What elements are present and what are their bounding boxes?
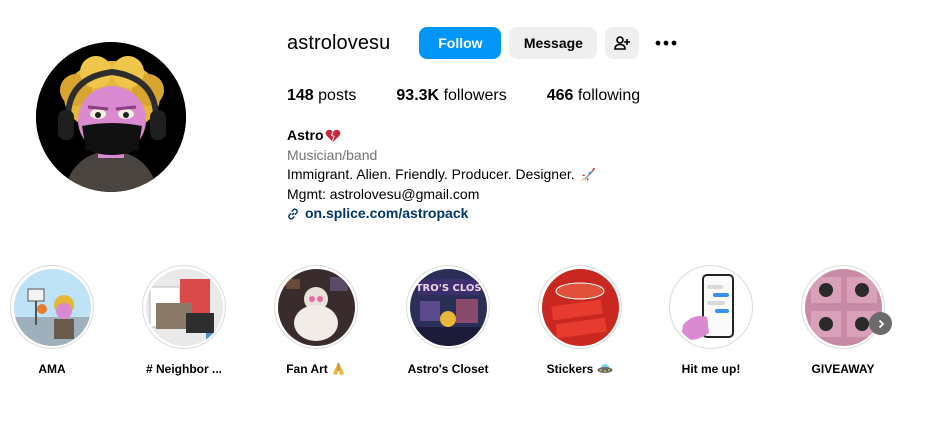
bio-link[interactable]: on.splice.com/astropack [287,204,597,224]
highlight-ring [274,265,358,349]
profile-header: astrolovesu Follow Message [287,27,681,59]
highlight-cover [541,268,619,346]
highlight-neighbor[interactable]: # Neighbor ... [129,265,239,376]
link-icon [288,208,298,220]
highlight-ring: ASTRO'S CLOSET [406,265,490,349]
posts-label: posts [318,87,357,104]
profile-bio: Astro Musician/band Immigrant. Alien. Fr… [287,126,597,224]
story-highlights: AMA # Neighbor ... Fan Art STRO'S CLOSE … [0,265,925,385]
svg-text:ASTRO'S CLOSET: ASTRO'S CLOSET [410,283,487,294]
highlight-cover [277,268,355,346]
highlight-ring [142,265,226,349]
highlight-cover-image [13,268,91,346]
highlight-astros-closet[interactable]: ASTRO'S CLOSET Astro's Closet [393,265,503,376]
highlight-label: Fan Art [286,362,328,376]
highlight-label: Stickers [546,362,594,376]
posts-count: 148 [287,87,314,104]
highlight-cover-image: ASTRO'S CLOSET [409,268,487,346]
highlight-hit-me-up[interactable]: Hit me up! [656,265,766,376]
highlight-fan-art[interactable]: Fan Art [261,265,371,376]
followers-count: 93.3K [396,87,440,104]
highlight-cover-image [145,268,223,346]
username: astrolovesu [287,31,391,54]
following-count: 466 [546,87,574,104]
highlight-ring [10,265,94,349]
bio-name-row: Astro [287,126,597,146]
highlight-label: # Neighbor ... [145,362,222,376]
message-button[interactable]: Message [509,27,598,59]
highlight-ama[interactable]: AMA [0,265,107,376]
following-stat[interactable]: 466 following [547,87,640,105]
followers-stat[interactable]: 93.3K followers [396,87,506,105]
highlight-ring [801,265,885,349]
highlight-stickers[interactable]: Stickers [525,265,635,376]
highlight-label: Astro's Closet [407,362,489,376]
followers-label: followers [443,87,507,104]
highlight-cover [804,268,882,346]
posts-stat: 148 posts [287,87,356,105]
add-user-button[interactable] [605,27,640,59]
following-label: following [577,87,641,104]
follow-button[interactable]: Follow [419,27,502,59]
highlight-ring [538,265,622,349]
folded-hands-emoji-icon [332,363,344,375]
more-options-button[interactable] [651,27,681,59]
bio-line-1-row: Immigrant. Alien. Friendly. Producer. De… [287,165,597,185]
highlight-cover-image [672,268,750,346]
highlights-next-button[interactable] [869,312,892,335]
highlight-cover-image [277,268,355,346]
person-add-icon [614,36,631,50]
avatar-illustration [36,42,186,192]
highlight-label: AMA [38,362,66,376]
chevron-right-icon [878,319,884,328]
highlight-cover [13,268,91,346]
highlight-cover [672,268,750,346]
profile-stats: 148 posts 93.3K followers 466 following [287,87,680,105]
highlight-label: Hit me up! [681,362,741,376]
highlight-cover: ASTRO'S CLOSET [409,268,487,346]
display-name: Astro [287,127,324,143]
category-label: Musician/band [287,146,378,163]
highlight-cover-image [804,268,882,346]
highlight-label-row: Fan Art [261,362,371,376]
highlight-label: GIVEAWAY [811,362,875,376]
highlight-cover-image [541,268,619,346]
more-options-icon [655,40,677,46]
rocket-emoji-icon [580,167,595,182]
avatar[interactable] [36,42,186,192]
highlight-cover [145,268,223,346]
bio-line-2: Mgmt: astrolovesu@gmail.com [287,185,480,202]
highlight-ring [669,265,753,349]
heart-emoji-icon [325,129,340,142]
highlight-label-row: Stickers [525,362,635,376]
ufo-emoji-icon [597,364,613,373]
bio-line-1: Immigrant. Alien. Friendly. Producer. De… [287,166,575,182]
bio-link-text: on.splice.com/astropack [305,205,469,221]
